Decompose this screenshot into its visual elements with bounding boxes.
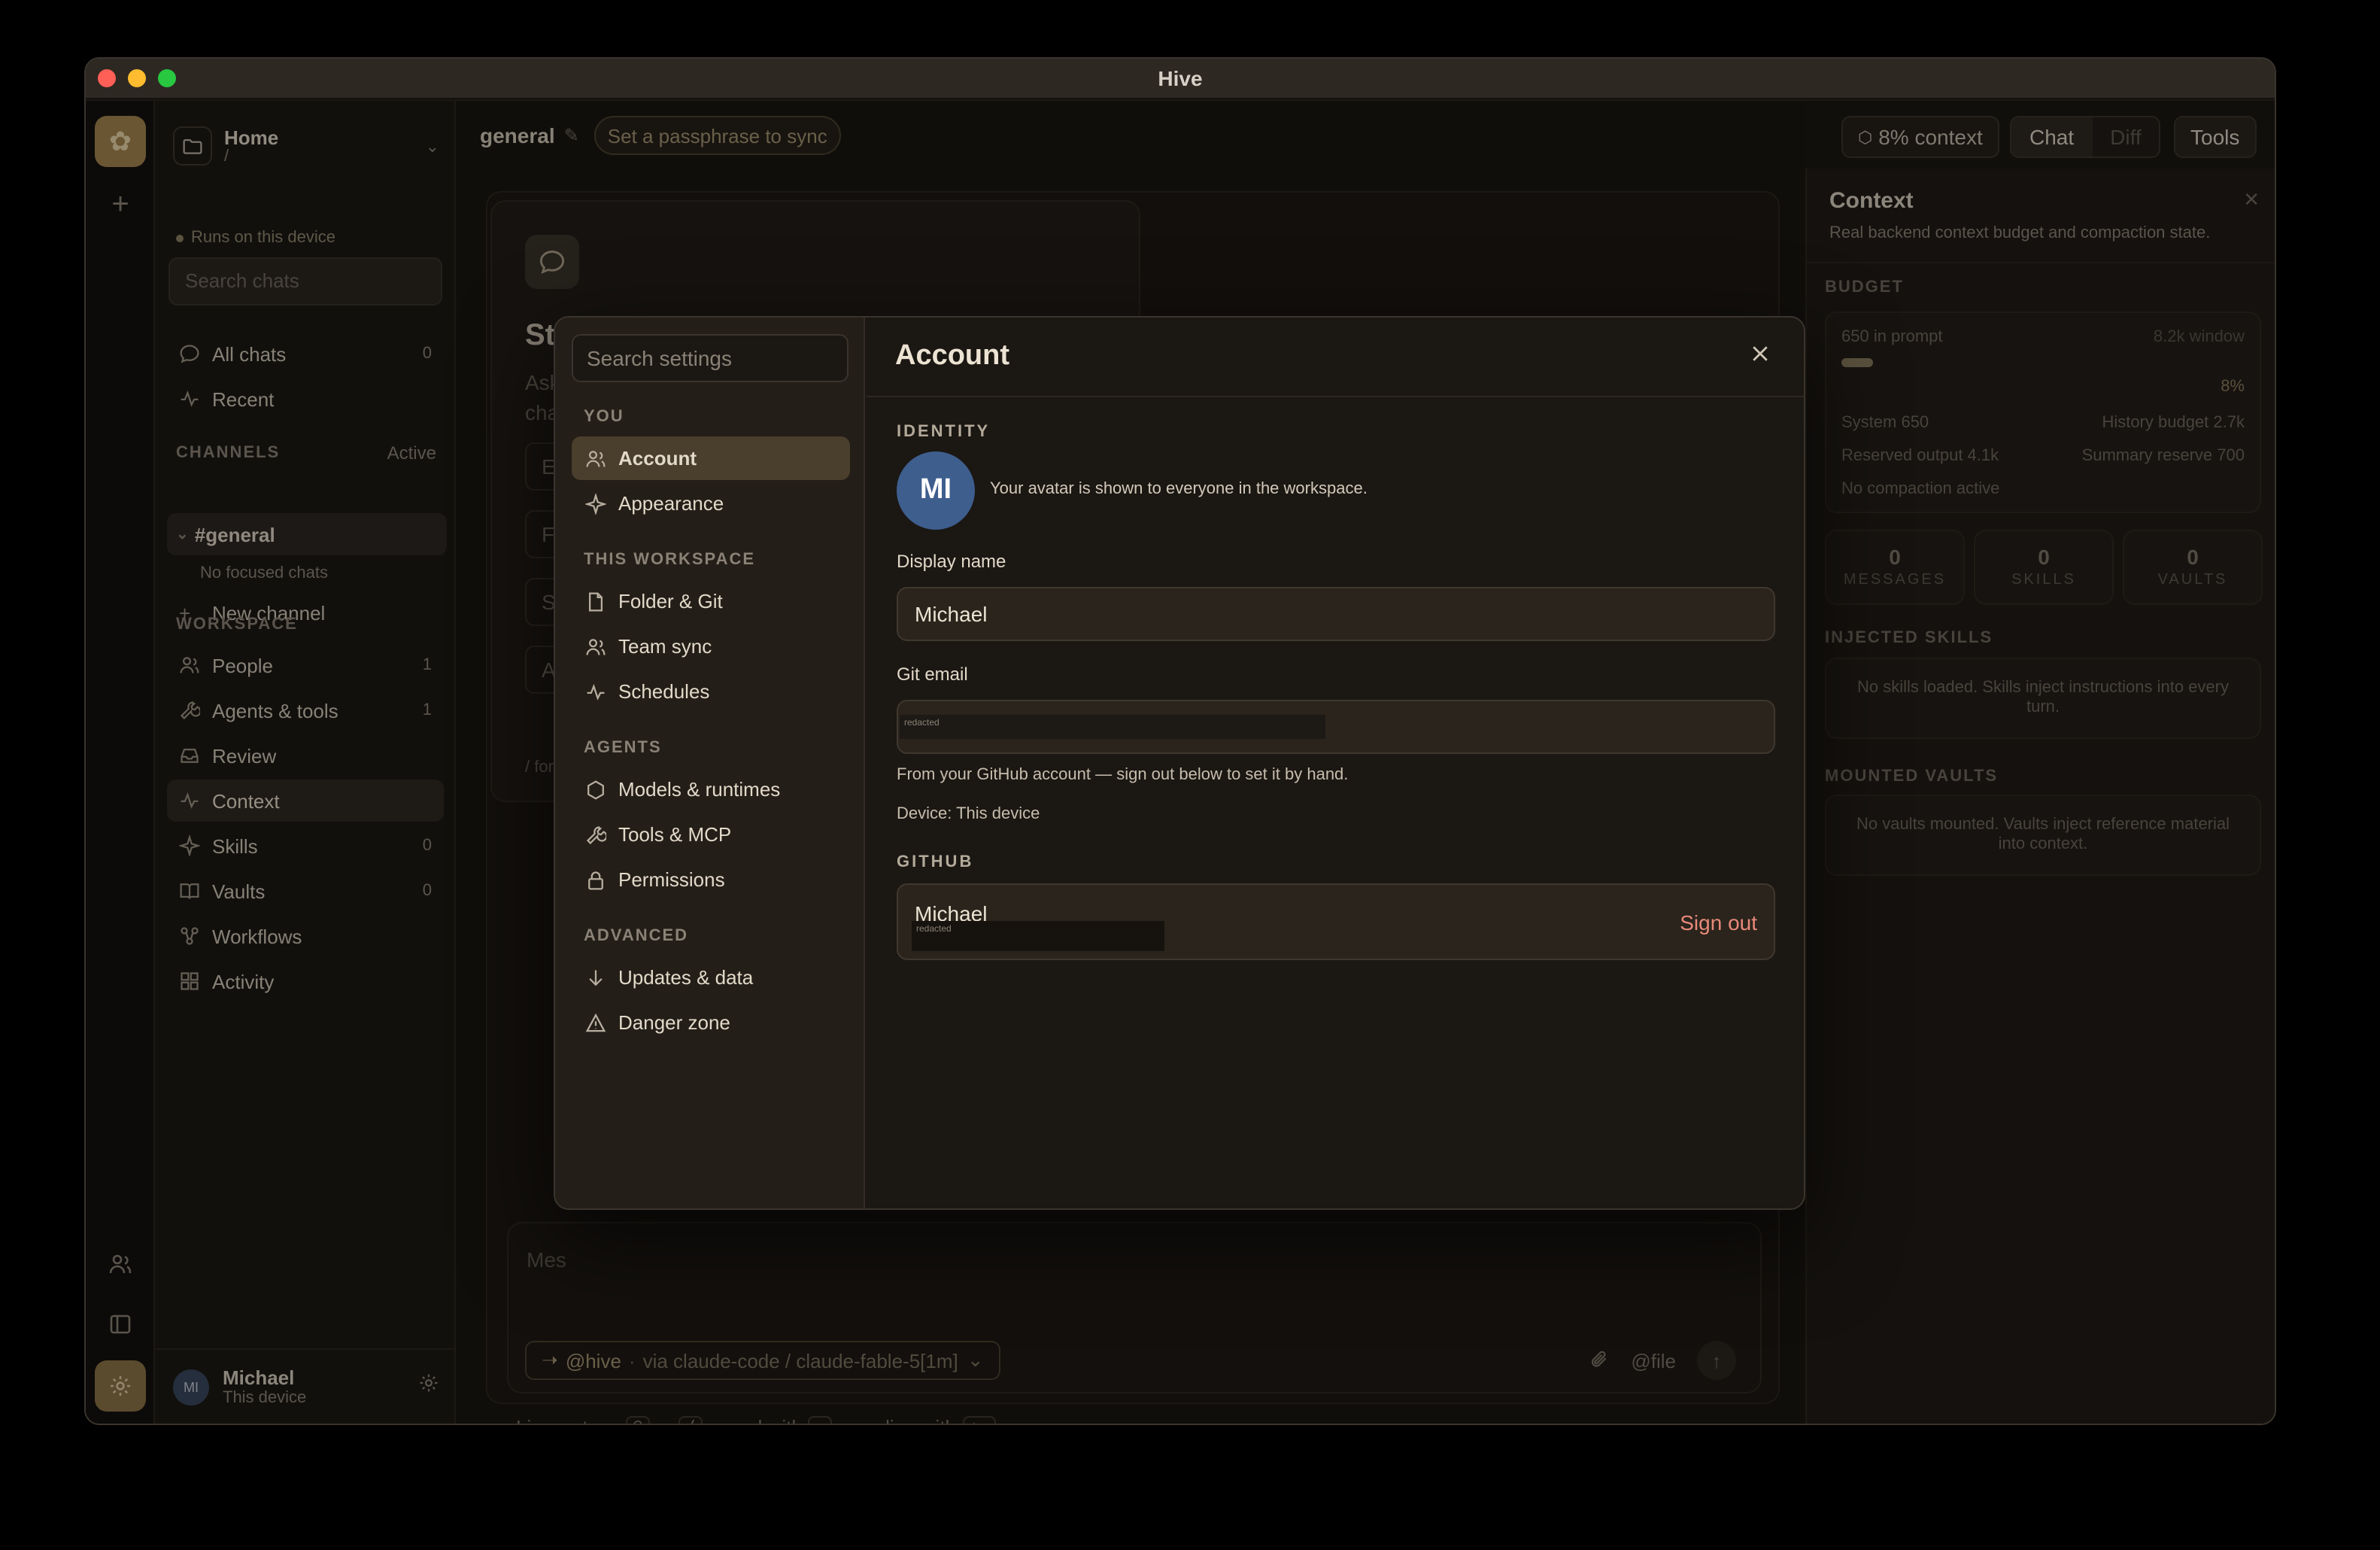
settings-item-folder-git[interactable]: Folder & Git	[572, 579, 850, 623]
window-title: Hive	[1158, 66, 1203, 90]
avatar-note: Your avatar is shown to everyone in the …	[990, 480, 1368, 498]
display-name-label: Display name	[897, 551, 1006, 572]
traffic-lights	[98, 69, 176, 87]
settings-item-tools-mcp[interactable]: Tools & MCP	[572, 813, 850, 856]
arrow-down-icon	[585, 967, 609, 988]
settings-modal: Search settings YOU Account Appearance T…	[554, 316, 1805, 1210]
file-icon	[585, 591, 609, 612]
close-window-button[interactable]	[98, 69, 116, 87]
settings-item-schedules[interactable]: Schedules	[572, 670, 850, 713]
avatar[interactable]: MI	[897, 451, 975, 530]
zoom-window-button[interactable]	[158, 69, 176, 87]
settings-item-account[interactable]: Account	[572, 436, 850, 480]
redacted-email: redacted	[900, 715, 1325, 739]
settings-item-danger-zone[interactable]: Danger zone	[572, 1001, 850, 1044]
title-bar: Hive	[86, 59, 2275, 99]
git-email-label: Git email	[897, 664, 968, 685]
sign-out-button[interactable]: Sign out	[1680, 910, 1757, 935]
page-title: Account	[895, 340, 1009, 372]
section-advanced: ADVANCED	[584, 927, 689, 945]
section-you: YOU	[584, 408, 624, 426]
lock-icon	[585, 869, 609, 890]
identity-label: IDENTITY	[897, 423, 991, 441]
settings-item-updates[interactable]: Updates & data	[572, 956, 850, 999]
display-name-field[interactable]: Michael	[897, 587, 1775, 641]
device-note: Device: This device	[897, 805, 1040, 823]
github-label: GITHUB	[897, 853, 974, 871]
git-email-note: From your GitHub account — sign out belo…	[897, 766, 1349, 784]
search-settings-input[interactable]: Search settings	[572, 334, 848, 382]
redacted-github-handle: redacted	[912, 921, 1164, 951]
close-icon[interactable]	[1750, 343, 1771, 372]
people-icon	[585, 448, 609, 469]
warning-icon	[585, 1012, 609, 1033]
section-agents: AGENTS	[584, 739, 662, 757]
settings-item-permissions[interactable]: Permissions	[572, 858, 850, 901]
pulse-icon	[585, 681, 609, 702]
settings-item-team-sync[interactable]: Team sync	[572, 625, 850, 668]
github-account: Michael redacted Sign out	[897, 883, 1775, 960]
git-email-field[interactable]: redacted	[897, 700, 1775, 754]
wrench-icon	[585, 824, 609, 845]
settings-item-appearance[interactable]: Appearance	[572, 482, 850, 525]
account-settings: Account IDENTITY MI Your avatar is shown…	[867, 318, 1804, 1208]
minimize-window-button[interactable]	[128, 69, 146, 87]
section-this-workspace: THIS WORKSPACE	[584, 551, 756, 569]
hexagon-icon	[585, 779, 609, 800]
people-icon	[585, 636, 609, 657]
settings-item-models[interactable]: Models & runtimes	[572, 767, 850, 811]
settings-nav: Search settings YOU Account Appearance T…	[555, 318, 865, 1208]
sparkle-icon	[585, 493, 609, 514]
